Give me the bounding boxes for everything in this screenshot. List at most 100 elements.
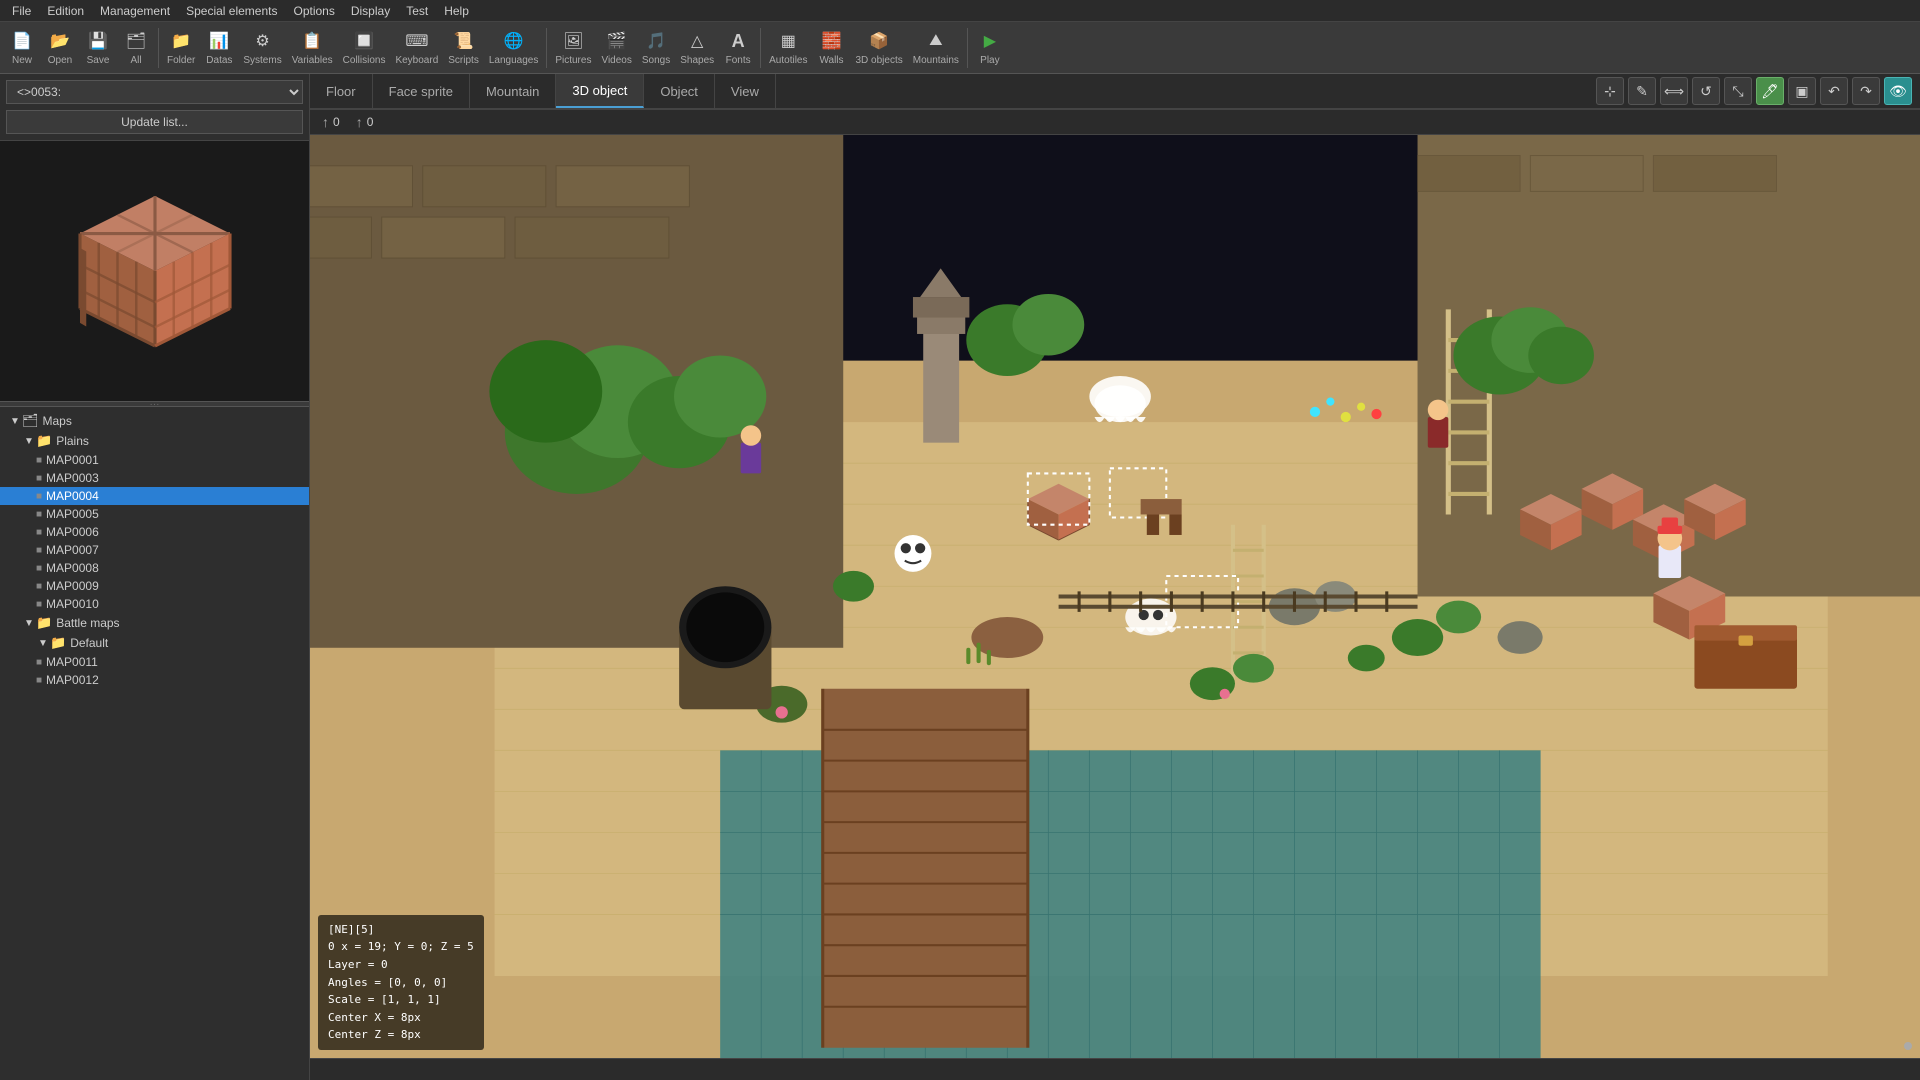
viewport[interactable]: [NE][5] 0 x = 19; Y = 0; Z = 5 Layer = 0…	[310, 135, 1920, 1058]
tool-rotate[interactable]: ↺	[1692, 77, 1720, 105]
map-select[interactable]: <>0053:	[6, 80, 303, 104]
toolbar-videos[interactable]: 🎬 Videos	[597, 27, 635, 68]
tree-map0010[interactable]: ■ MAP0010	[0, 595, 309, 613]
viewport-scroll-indicator	[1904, 1042, 1912, 1050]
toolbar-scripts[interactable]: 📜 Scripts	[444, 27, 483, 68]
map0004-icon: ■	[36, 491, 42, 502]
tree-map0012[interactable]: ■ MAP0012	[0, 671, 309, 689]
pencil-icon: ✎	[1636, 83, 1648, 100]
toolbar-play[interactable]: ▶ Play	[972, 27, 1008, 68]
coord-y: ↑ 0	[356, 114, 374, 130]
tool-move[interactable]: ⟺	[1660, 77, 1688, 105]
tree-map0003[interactable]: ■ MAP0003	[0, 469, 309, 487]
map0009-icon: ■	[36, 581, 42, 592]
map0003-icon: ■	[36, 473, 42, 484]
coord-row: ↑ 0 ↑ 0	[310, 110, 1920, 135]
toolbar-open[interactable]: 📂 Open	[42, 27, 78, 68]
3d-object-preview	[0, 141, 309, 401]
toolbar-collisions[interactable]: 🔲 Collisions	[339, 27, 390, 68]
tree-maps-root[interactable]: ▼ 🗂 Maps	[0, 411, 309, 431]
videos-icon: 🎬	[605, 29, 629, 53]
toolbar-songs[interactable]: 🎵 Songs	[638, 27, 674, 68]
tree-battle-maps-group[interactable]: ▼ 📁 Battle maps	[0, 613, 309, 633]
undo-icon: ↶	[1828, 83, 1840, 100]
tab-floor[interactable]: Floor	[310, 74, 373, 108]
menu-special-elements[interactable]: Special elements	[178, 2, 285, 20]
toolbar-folder[interactable]: 📁 Folder	[163, 27, 199, 68]
save-icon: 💾	[86, 29, 110, 53]
tab-face-sprite[interactable]: Face sprite	[373, 74, 470, 108]
maps-folder-icon: 🗂	[22, 413, 39, 429]
toolbar-systems[interactable]: ⚙ Systems	[239, 27, 285, 68]
battle-collapse-icon: ▼	[22, 618, 36, 629]
tree-map0011[interactable]: ■ MAP0011	[0, 653, 309, 671]
tree-map0001[interactable]: ■ MAP0001	[0, 451, 309, 469]
menu-file[interactable]: File	[4, 2, 39, 20]
tool-draw[interactable]: 🖊	[1756, 77, 1784, 105]
info-line6: Center X = 8px	[328, 1009, 474, 1027]
toolbar-3dobjects[interactable]: 📦 3D objects	[852, 27, 907, 68]
cursor-icon: ⊹	[1604, 83, 1616, 100]
toolbar-shapes[interactable]: △ Shapes	[676, 27, 718, 68]
toolbar-scripts-label: Scripts	[448, 55, 479, 66]
menu-management[interactable]: Management	[92, 2, 178, 20]
toolbar-fonts[interactable]: A Fonts	[720, 27, 756, 68]
tree-map0004[interactable]: ■ MAP0004	[0, 487, 309, 505]
map0004-label: MAP0004	[46, 489, 99, 503]
tool-rect[interactable]: ▣	[1788, 77, 1816, 105]
tree-map0007[interactable]: ■ MAP0007	[0, 541, 309, 559]
tab-object[interactable]: Object	[644, 74, 715, 108]
tool-pencil[interactable]: ✎	[1628, 77, 1656, 105]
maps-collapse-icon: ▼	[8, 416, 22, 427]
tab-3d-object[interactable]: 3D object	[556, 74, 644, 108]
play-icon: ▶	[978, 29, 1002, 53]
toolbar-autotiles[interactable]: ▦ Autotiles	[765, 27, 811, 68]
toolbar-new-label: New	[12, 55, 32, 66]
toolbar-variables[interactable]: 📋 Variables	[288, 27, 337, 68]
info-line4: Angles = [0, 0, 0]	[328, 974, 474, 992]
tool-cursor[interactable]: ⊹	[1596, 77, 1624, 105]
menu-edition[interactable]: Edition	[39, 2, 92, 20]
coord-x-value: 0	[333, 115, 340, 129]
tree-plains-group[interactable]: ▼ 📁 Plains	[0, 431, 309, 451]
toolbar-save[interactable]: 💾 Save	[80, 27, 116, 68]
tree-map0005[interactable]: ■ MAP0005	[0, 505, 309, 523]
map0003-label: MAP0003	[46, 471, 99, 485]
update-list-button[interactable]: Update list...	[6, 110, 303, 134]
menu-test[interactable]: Test	[398, 2, 436, 20]
toolbar-new[interactable]: 📄 New	[4, 27, 40, 68]
tab-mountain[interactable]: Mountain	[470, 74, 556, 108]
tab-view[interactable]: View	[715, 74, 776, 108]
battle-folder-icon: 📁	[36, 615, 52, 631]
menu-display[interactable]: Display	[343, 2, 398, 20]
tree-map0009[interactable]: ■ MAP0009	[0, 577, 309, 595]
toolbar-songs-label: Songs	[642, 55, 670, 66]
toolbar-keyboard[interactable]: ⌨ Keyboard	[391, 27, 442, 68]
menu-options[interactable]: Options	[285, 2, 342, 20]
toolbar-sep-3	[760, 28, 761, 68]
tree-map0006[interactable]: ■ MAP0006	[0, 523, 309, 541]
tool-undo[interactable]: ↶	[1820, 77, 1848, 105]
menu-help[interactable]: Help	[436, 2, 477, 20]
toolbar-mountains[interactable]: ⛰ Mountains	[909, 27, 963, 68]
tool-scale[interactable]: ⤡	[1724, 77, 1752, 105]
toolbar-pictures[interactable]: 🖼 Pictures	[551, 27, 595, 68]
toolbar-languages[interactable]: 🌐 Languages	[485, 27, 543, 68]
tree-map0008[interactable]: ■ MAP0008	[0, 559, 309, 577]
tree-default[interactable]: ▼ 📁 Default	[0, 633, 309, 653]
toolbar-all[interactable]: 🗂 All	[118, 27, 154, 68]
tool-redo[interactable]: ↷	[1852, 77, 1880, 105]
toolbar-walls[interactable]: 🧱 Walls	[814, 27, 850, 68]
maps-label: Maps	[43, 414, 72, 428]
new-icon: 📄	[10, 29, 34, 53]
main-area: <>0053: Update list...	[0, 74, 1920, 1080]
tool-visibility[interactable]: 👁	[1884, 77, 1912, 105]
menu-bar: File Edition Management Special elements…	[0, 0, 1920, 22]
datas-icon: 📊	[207, 29, 231, 53]
systems-icon: ⚙	[251, 29, 275, 53]
toolbar-sep-1	[158, 28, 159, 68]
toolbar-sep-4	[967, 28, 968, 68]
toolbar-datas[interactable]: 📊 Datas	[201, 27, 237, 68]
battle-maps-label: Battle maps	[56, 616, 119, 630]
sidebar: <>0053: Update list...	[0, 74, 310, 1080]
